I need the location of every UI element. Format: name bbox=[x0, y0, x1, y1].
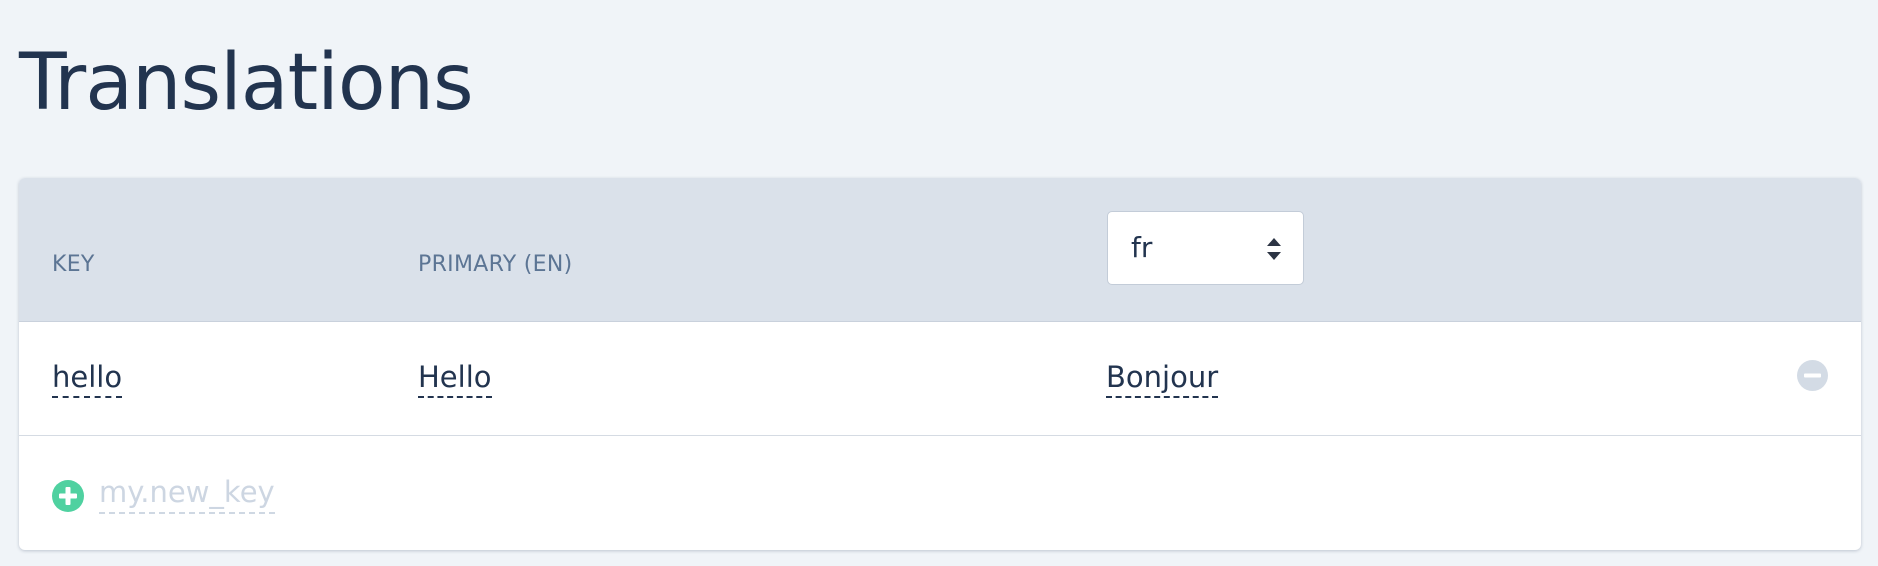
column-header-key-label: KEY bbox=[52, 252, 95, 277]
locale-select[interactable]: fr bbox=[1107, 211, 1304, 285]
cell-key[interactable]: hello bbox=[52, 358, 123, 398]
translations-table: KEY PRIMARY (EN) fr hello Hello Bonjour bbox=[19, 178, 1861, 550]
locale-select-value: fr bbox=[1131, 231, 1153, 264]
table-row: hello Hello Bonjour bbox=[19, 322, 1861, 436]
minus-circle-icon[interactable] bbox=[1797, 360, 1828, 391]
cell-primary[interactable]: Hello bbox=[418, 358, 492, 398]
sort-arrows-icon bbox=[1267, 238, 1281, 260]
plus-circle-icon[interactable] bbox=[52, 480, 84, 512]
page-title: Translations bbox=[19, 38, 474, 128]
cell-translation[interactable]: Bonjour bbox=[1106, 358, 1219, 398]
column-header-primary: PRIMARY (EN) bbox=[418, 252, 573, 277]
column-header-key: KEY bbox=[52, 252, 95, 277]
table-header: KEY PRIMARY (EN) fr bbox=[19, 178, 1861, 322]
new-key-row bbox=[19, 436, 1861, 550]
new-key-input[interactable] bbox=[99, 472, 275, 514]
column-header-primary-label: PRIMARY (EN) bbox=[418, 252, 573, 277]
